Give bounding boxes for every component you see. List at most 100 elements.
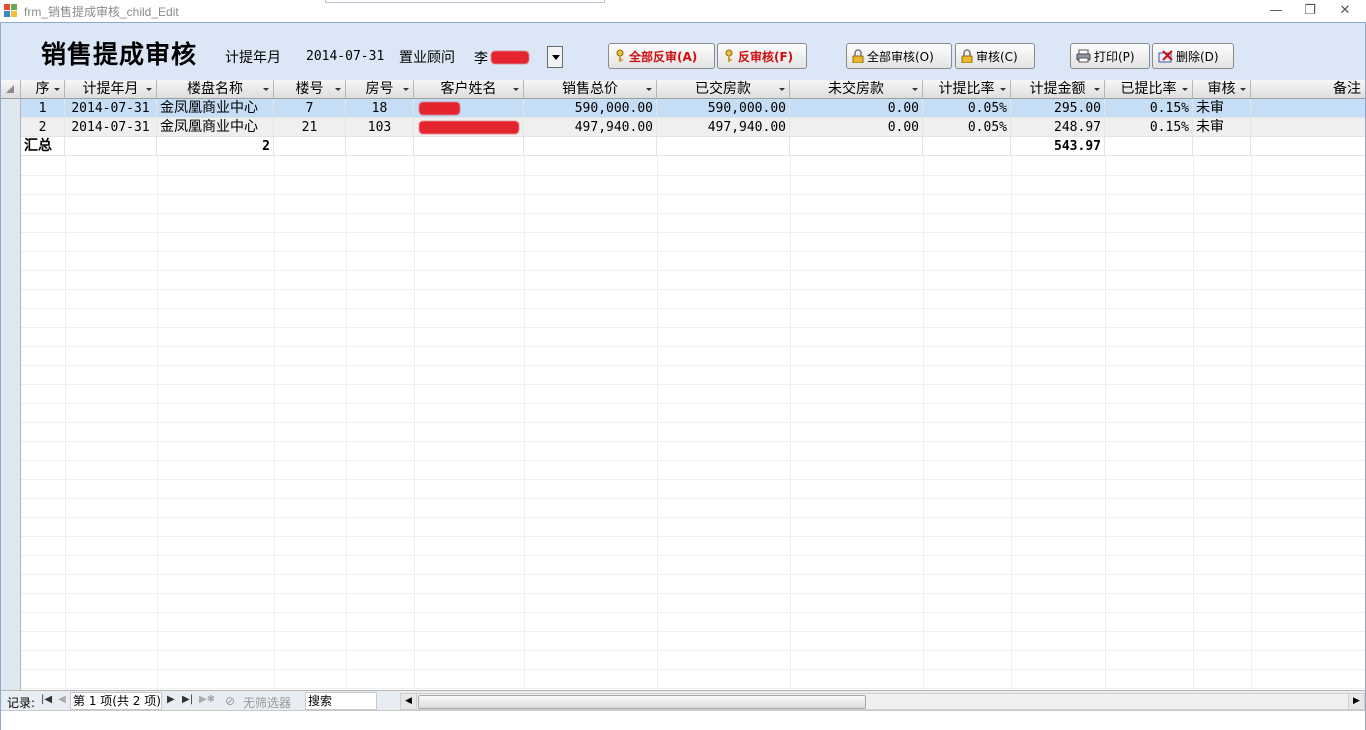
redaction-mark <box>419 121 519 134</box>
column-header-building[interactable]: 楼号 <box>274 80 346 99</box>
scroll-thumb[interactable] <box>418 695 866 709</box>
cell-project[interactable]: 金凤凰商业中心 <box>157 99 274 118</box>
horizontal-scrollbar[interactable]: ◀ ▶ <box>400 693 1365 710</box>
grid-line <box>21 232 1365 233</box>
cell-paid-rate[interactable]: 0.15% <box>1105 99 1193 118</box>
cell-project[interactable]: 金凤凰商业中心 <box>157 118 274 137</box>
record-position-field[interactable]: 第 1 项(共 2 项) <box>70 692 162 710</box>
cell-customer[interactable] <box>414 118 524 137</box>
window-bottom-strip <box>1 710 1365 730</box>
cell-amount[interactable]: 295.00 <box>1011 99 1105 118</box>
record-navigator: 记录: |◀ ◀ 第 1 项(共 2 项) ▶ ▶| ▶✱ ⊘ 无筛选器 搜索 … <box>1 690 1365 711</box>
advisor-label: 置业顾问 <box>399 50 455 66</box>
column-header-project[interactable]: 楼盘名称 <box>157 80 274 99</box>
summary-cell <box>657 137 790 156</box>
cell-note[interactable] <box>1251 118 1365 137</box>
grid-line <box>21 346 1365 347</box>
cell-note[interactable] <box>1251 99 1365 118</box>
data-grid[interactable]: 序 计提年月 楼盘名称 楼号 房号 客户姓名 销售总价 已交房款 未交房款 计提… <box>1 80 1365 690</box>
cell-paid[interactable]: 497,940.00 <box>657 118 790 137</box>
delete-button[interactable]: 删除(D) <box>1152 43 1234 69</box>
summary-row: 汇总 2 543.97 <box>21 137 1365 156</box>
scroll-left-icon[interactable]: ◀ <box>401 694 417 709</box>
grid-line <box>21 669 1365 670</box>
cell-building[interactable]: 7 <box>274 99 346 118</box>
redaction-mark <box>491 51 529 64</box>
grid-line <box>414 156 415 690</box>
cell-period[interactable]: 2014-07-31 <box>65 118 157 137</box>
grid-line <box>21 251 1365 252</box>
cell-building[interactable]: 21 <box>274 118 346 137</box>
advisor-value: 李 <box>474 51 488 67</box>
grid-line <box>21 650 1365 651</box>
last-record-icon[interactable]: ▶| <box>182 694 193 705</box>
delete-icon <box>1158 49 1173 63</box>
column-header-customer[interactable]: 客户姓名 <box>414 80 524 99</box>
cell-period[interactable]: 2014-07-31 <box>65 99 157 118</box>
row-selector-column[interactable] <box>1 99 21 690</box>
column-header-paid[interactable]: 已交房款 <box>657 80 790 99</box>
print-label: 打印(P) <box>1094 49 1135 64</box>
window-title: frm_销售提成审核_child_Edit <box>24 5 179 19</box>
unaudit-all-button[interactable]: 全部反审(A) <box>608 43 715 69</box>
unaudit-button[interactable]: 反审核(F) <box>717 43 807 69</box>
cell-paid[interactable]: 590,000.00 <box>657 99 790 118</box>
grid-line <box>524 156 525 690</box>
delete-label: 删除(D) <box>1176 49 1219 64</box>
column-header-paid-rate[interactable]: 已提比率 <box>1105 80 1193 99</box>
cell-unpaid[interactable]: 0.00 <box>790 118 923 137</box>
new-record-icon[interactable]: ▶✱ <box>199 694 215 705</box>
filter-icon[interactable]: ⊘ <box>225 694 235 708</box>
grid-line <box>21 555 1365 556</box>
cell-total[interactable]: 497,940.00 <box>524 118 657 137</box>
restore-button[interactable]: ❐ <box>1301 3 1319 19</box>
search-input[interactable]: 搜索 <box>305 692 377 710</box>
table-row[interactable]: 2 2014-07-31 金凤凰商业中心 21 103 497,940.00 4… <box>21 118 1365 137</box>
column-header-period[interactable]: 计提年月 <box>65 80 157 99</box>
column-header-audit[interactable]: 审核 <box>1193 80 1251 99</box>
grid-line <box>923 156 924 690</box>
prev-record-icon[interactable]: ◀ <box>58 694 66 705</box>
audit-all-button[interactable]: 全部审核(O) <box>846 43 952 69</box>
grid-line <box>21 422 1365 423</box>
column-header-note[interactable]: 备注 <box>1251 80 1365 99</box>
app-icon <box>4 4 18 18</box>
column-header-unpaid[interactable]: 未交房款 <box>790 80 923 99</box>
column-header-rate[interactable]: 计提比率 <box>923 80 1011 99</box>
cell-unpaid[interactable]: 0.00 <box>790 99 923 118</box>
column-header-seq[interactable]: 序 <box>21 80 65 99</box>
cell-rate[interactable]: 0.05% <box>923 118 1011 137</box>
select-all-corner[interactable] <box>1 80 21 99</box>
minimize-button[interactable]: — <box>1267 3 1285 19</box>
period-value: 2014-07-31 <box>306 49 385 64</box>
cell-seq[interactable]: 1 <box>21 99 65 118</box>
cell-audit[interactable]: 未审 <box>1193 99 1251 118</box>
grid-line <box>21 688 1365 689</box>
cell-total[interactable]: 590,000.00 <box>524 99 657 118</box>
cell-paid-rate[interactable]: 0.15% <box>1105 118 1193 137</box>
cell-room[interactable]: 103 <box>346 118 414 137</box>
cell-rate[interactable]: 0.05% <box>923 99 1011 118</box>
unaudit-all-label: 全部反审(A) <box>629 49 698 64</box>
cell-seq[interactable]: 2 <box>21 118 65 137</box>
cell-audit[interactable]: 未审 <box>1193 118 1251 137</box>
no-filter-label[interactable]: 无筛选器 <box>243 694 291 711</box>
print-button[interactable]: 打印(P) <box>1070 43 1150 69</box>
close-button[interactable]: ✕ <box>1336 3 1354 19</box>
cell-customer[interactable] <box>414 99 524 118</box>
cell-amount[interactable]: 248.97 <box>1011 118 1105 137</box>
audit-button[interactable]: 审核(C) <box>955 43 1035 69</box>
form-header: 销售提成审核 计提年月 2014-07-31 置业顾问 李 全部反审(A) 反审… <box>1 23 1365 80</box>
next-record-icon[interactable]: ▶ <box>167 694 175 705</box>
column-header-total[interactable]: 销售总价 <box>524 80 657 99</box>
unaudit-label: 反审核(F) <box>738 49 794 64</box>
scroll-right-icon[interactable]: ▶ <box>1348 694 1364 709</box>
advisor-select[interactable]: 李 <box>471 46 563 68</box>
summary-cell <box>1105 137 1193 156</box>
column-header-amount[interactable]: 计提金额 <box>1011 80 1105 99</box>
table-row[interactable]: 1 2014-07-31 金凤凰商业中心 7 18 590,000.00 590… <box>21 99 1365 118</box>
chevron-down-icon[interactable] <box>547 46 563 68</box>
cell-room[interactable]: 18 <box>346 99 414 118</box>
column-header-room[interactable]: 房号 <box>346 80 414 99</box>
first-record-icon[interactable]: |◀ <box>41 694 52 705</box>
